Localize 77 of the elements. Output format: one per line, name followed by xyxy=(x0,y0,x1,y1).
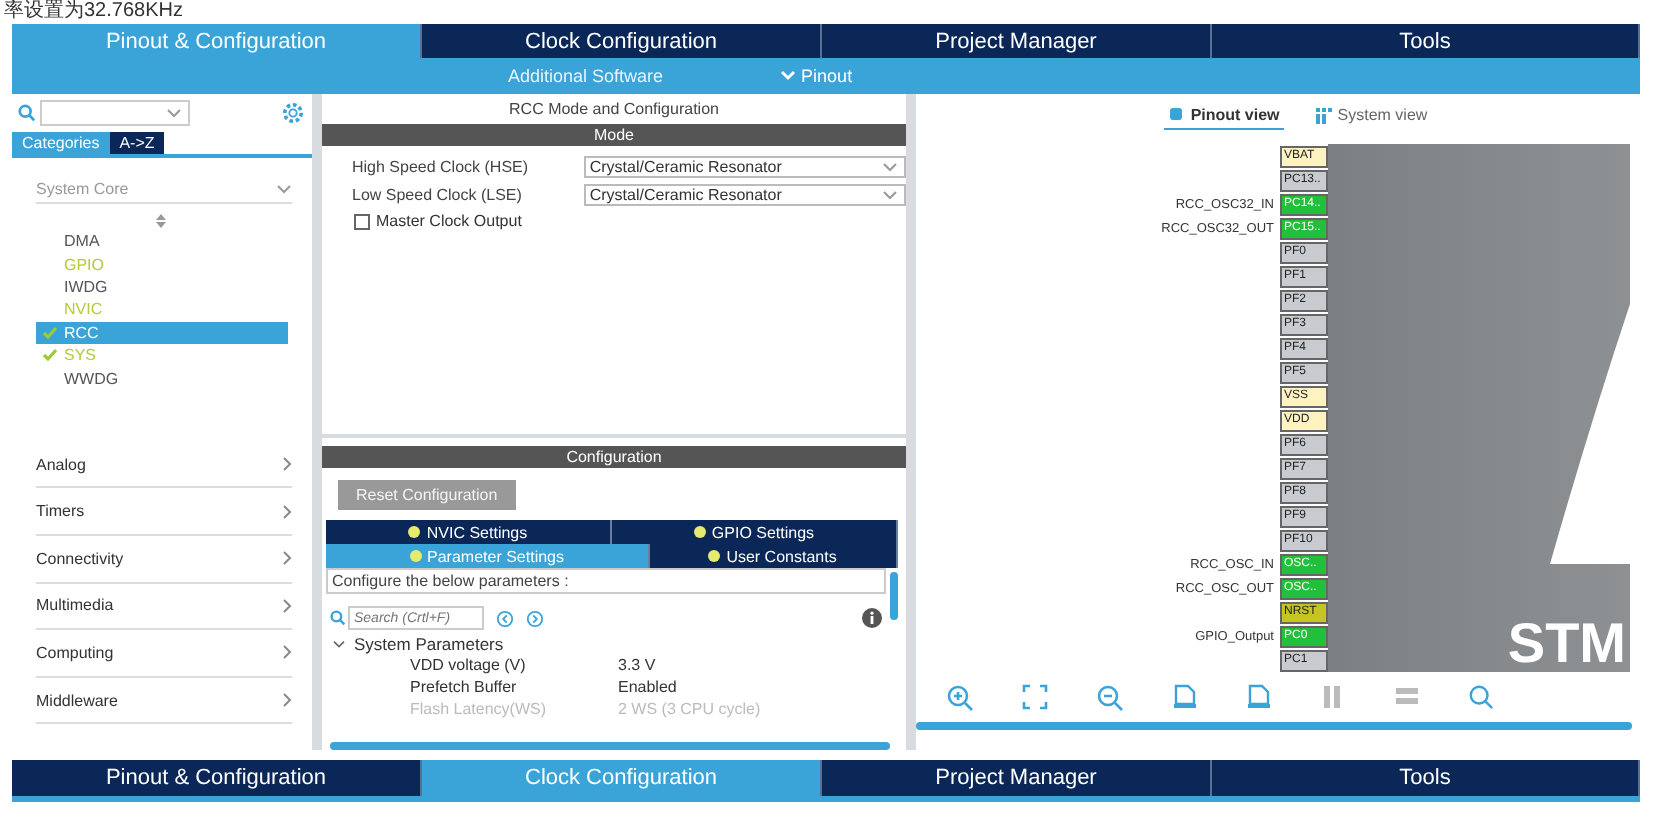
category-label: Middleware xyxy=(36,691,118,709)
main-tab[interactable]: Pinout & Configuration xyxy=(12,760,422,796)
settings-tab[interactable]: NVIC Settings xyxy=(326,520,612,544)
main-tab[interactable]: Clock Configuration xyxy=(422,24,822,58)
scrollbar[interactable] xyxy=(330,742,890,750)
scrollbar[interactable] xyxy=(916,722,1632,730)
previous-icon[interactable] xyxy=(496,609,514,627)
grid-icon xyxy=(1315,107,1332,123)
zoom-out-icon[interactable] xyxy=(1096,683,1124,711)
search-field[interactable] xyxy=(40,100,190,126)
parameter-name: Flash Latency(WS) xyxy=(410,700,549,718)
mode-select[interactable]: Crystal/Ceramic Resonator xyxy=(583,184,906,206)
settings-tab[interactable]: GPIO Settings xyxy=(612,520,898,544)
chip-label: STM xyxy=(1507,616,1626,672)
category-item[interactable]: Analog xyxy=(36,441,292,489)
section-header: Mode xyxy=(322,124,906,146)
category-item[interactable]: Connectivity xyxy=(36,535,292,584)
category-label: System Core xyxy=(36,180,129,198)
chevron-right-icon xyxy=(282,597,292,614)
section-header: Configuration xyxy=(322,446,906,468)
scrollbar[interactable] xyxy=(890,572,898,620)
main-tab[interactable]: Tools xyxy=(1212,24,1640,58)
main-tab[interactable]: Project Manager xyxy=(822,24,1212,58)
next-icon[interactable] xyxy=(526,609,544,627)
chevron-right-icon xyxy=(282,503,292,520)
category-label: Timers xyxy=(36,502,85,521)
checkbox-label: Master Clock Output xyxy=(376,212,522,230)
document-icon[interactable] xyxy=(1172,684,1198,710)
panel-title: RCC Mode and Configuration xyxy=(507,98,721,122)
peripheral-item[interactable]: WWDG xyxy=(36,366,288,390)
chevron-right-icon xyxy=(282,692,292,708)
checkbox[interactable] xyxy=(354,213,370,229)
document-icon[interactable] xyxy=(1246,684,1272,710)
chevron-right-icon xyxy=(282,456,292,473)
category-item[interactable]: Computing xyxy=(36,630,292,678)
search-icon xyxy=(330,610,346,626)
category-item[interactable]: Multimedia xyxy=(36,583,292,631)
fit-icon[interactable] xyxy=(1022,684,1048,710)
parameter-name: VDD voltage (V) xyxy=(410,656,528,674)
parameter-name: Prefetch Buffer xyxy=(410,678,519,696)
tree-group[interactable]: System Parameters xyxy=(326,634,898,654)
peripheral-item[interactable]: IWDG xyxy=(36,275,288,299)
parameter-value: 2 WS (3 CPU cycle) xyxy=(618,700,761,718)
category-item[interactable]: Timers xyxy=(36,488,292,536)
main-tab[interactable]: Tools xyxy=(1212,760,1640,796)
chevron-right-icon xyxy=(282,644,292,661)
info-icon[interactable] xyxy=(862,608,882,628)
main-tab[interactable]: Project Manager xyxy=(822,760,1212,796)
zoom-in-icon[interactable] xyxy=(946,683,974,711)
view-tab[interactable]: Pinout view xyxy=(1164,101,1284,129)
hint-text: Configure the below parameters : xyxy=(326,568,886,594)
category-item[interactable]: Middleware xyxy=(36,677,292,725)
chevron-down-icon xyxy=(276,183,292,195)
chevron-icon xyxy=(332,639,346,649)
rows-icon[interactable] xyxy=(1394,684,1420,710)
category-label: Analog xyxy=(36,455,86,474)
settings-icon[interactable] xyxy=(282,102,304,124)
search-icon[interactable] xyxy=(1468,684,1494,710)
peripheral-item[interactable]: DMA xyxy=(36,230,288,253)
sort-icon[interactable] xyxy=(155,214,165,228)
field-label: Low Speed Clock (LSE) xyxy=(352,186,524,204)
chip-icon xyxy=(1168,106,1185,122)
chevron-right-icon xyxy=(282,550,292,567)
columns-icon[interactable] xyxy=(1320,684,1346,710)
field-label: High Speed Clock (HSE) xyxy=(352,158,531,176)
parameter-value: Enabled xyxy=(618,678,677,696)
parameter-value: 3.3 V xyxy=(618,656,656,674)
view-tab[interactable]: System view xyxy=(1311,102,1432,128)
settings-tab[interactable]: User Constants xyxy=(649,544,898,568)
chevron-down-icon xyxy=(779,70,796,82)
category-label: Multimedia xyxy=(36,596,114,615)
view-tab[interactable]: A->Z xyxy=(109,132,165,154)
mode-select[interactable]: Crystal/Ceramic Resonator xyxy=(583,156,906,178)
chevron-down-icon[interactable] xyxy=(166,107,182,119)
search-icon xyxy=(18,104,36,122)
category-label: Connectivity xyxy=(36,549,124,568)
category-label: Computing xyxy=(36,643,114,662)
